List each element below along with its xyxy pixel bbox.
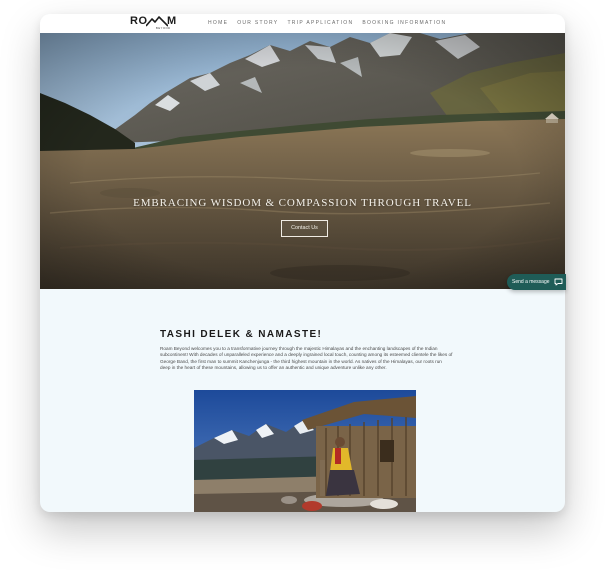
intro-photo-image (194, 390, 416, 512)
browser-frame: RO M BEYOND HOME OUR STORY TRIP APPLICAT… (40, 14, 565, 512)
hero-landscape-image (40, 33, 565, 289)
nav-our-story[interactable]: OUR STORY (237, 20, 278, 27)
nav-home[interactable]: HOME (208, 20, 228, 27)
logo-subtitle: BEYOND (156, 27, 171, 30)
hero-section: EMBRACING WISDOM & COMPASSION THROUGH TR… (40, 33, 565, 289)
chat-bubble-icon (554, 278, 563, 286)
site-header: RO M BEYOND HOME OUR STORY TRIP APPLICAT… (40, 14, 565, 33)
hero-title: EMBRACING WISDOM & COMPASSION THROUGH TR… (133, 197, 472, 209)
site-logo[interactable]: RO M BEYOND (130, 16, 182, 32)
contact-us-button[interactable]: Contact Us (281, 220, 328, 237)
logo-text-right: M (167, 15, 177, 27)
logo-text-left: RO (130, 15, 148, 27)
intro-photo (194, 390, 416, 512)
send-message-widget[interactable]: Send a message (507, 274, 566, 290)
main-nav: HOME OUR STORY TRIP APPLICATION BOOKING … (208, 20, 446, 27)
intro-heading: TASHI DELEK & NAMASTE! (160, 329, 323, 340)
nav-booking-information[interactable]: BOOKING INFORMATION (362, 20, 446, 27)
mountain-logo-icon (146, 16, 168, 27)
nav-trip-application[interactable]: TRIP APPLICATION (287, 20, 353, 27)
intro-section: TASHI DELEK & NAMASTE! Roam Beyond welco… (40, 289, 565, 512)
intro-paragraph: Roam Beyond welcomes you to a transforma… (160, 346, 453, 371)
send-message-label: Send a message (512, 279, 550, 285)
